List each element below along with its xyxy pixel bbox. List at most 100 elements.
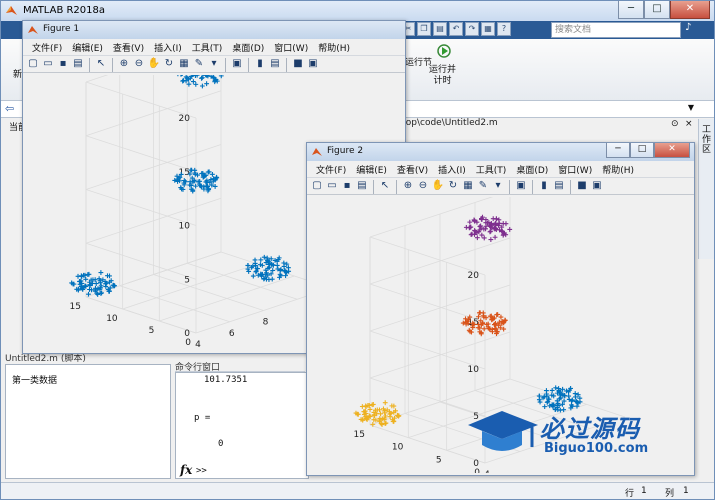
ribbon-new-button[interactable]: 新 (13, 67, 22, 80)
menu-item[interactable]: 工具(T) (471, 161, 512, 177)
pan-icon[interactable]: ✋ (431, 179, 445, 193)
zoom-in-icon[interactable]: ⊕ (117, 57, 131, 71)
scatter-point (199, 83, 205, 89)
menu-item[interactable]: 帮助(H) (597, 161, 639, 177)
scatter-point (281, 264, 287, 269)
hide-tools-icon[interactable]: ■ (575, 179, 589, 193)
toolbar-separator (89, 58, 90, 72)
menu-item[interactable]: 窗口(W) (553, 161, 597, 177)
new-figure-icon[interactable]: ▢ (26, 57, 40, 71)
legend-icon[interactable]: ▤ (552, 179, 566, 193)
menu-item[interactable]: 桌面(D) (511, 161, 553, 177)
open-file-icon[interactable]: ▭ (41, 57, 55, 71)
command-prompt[interactable]: >> (196, 466, 207, 476)
toolbar-separator (373, 180, 374, 194)
hide-tools-icon[interactable]: ■ (291, 57, 305, 71)
paste-icon[interactable]: ▤ (433, 22, 447, 36)
rotate-3d-icon[interactable]: ↻ (446, 179, 460, 193)
quick-access-toolbar: ✂ ❐ ▤ ↶ ↷ ▦ ? (401, 22, 511, 38)
search-documentation-input[interactable]: 搜索文档 (551, 22, 681, 38)
brush-icon[interactable]: ✎ (192, 57, 206, 71)
zoom-out-icon[interactable]: ⊖ (132, 57, 146, 71)
rotate-3d-icon[interactable]: ↻ (162, 57, 176, 71)
details-text: 第一类数据 (12, 376, 58, 386)
new-figure-icon[interactable]: ▢ (310, 179, 324, 193)
zoom-in-icon[interactable]: ⊕ (401, 179, 415, 193)
menu-item[interactable]: 查看(V) (392, 161, 433, 177)
legend-icon[interactable]: ▤ (268, 57, 282, 71)
switch-windows-icon[interactable]: ▦ (481, 22, 495, 36)
scatter-point (252, 257, 258, 263)
colorbar-icon[interactable]: ▮ (537, 179, 551, 193)
show-tools-icon[interactable]: ▣ (590, 179, 604, 193)
brush-icon[interactable]: ✎ (476, 179, 490, 193)
edit-plot-icon[interactable]: ↖ (94, 57, 108, 71)
menu-item[interactable]: 工具(T) (187, 39, 228, 55)
scatter-point (359, 404, 365, 409)
back-arrow-icon[interactable]: ⇦ (5, 102, 14, 115)
link-plot-icon[interactable]: ▣ (514, 179, 528, 193)
toolbar-separator (286, 58, 287, 72)
link-plot-icon[interactable]: ▣ (230, 57, 244, 71)
editor-panel-menu-icon[interactable]: ⊙ (671, 119, 679, 129)
toolbar-separator (248, 58, 249, 72)
save-icon[interactable]: ▪ (56, 57, 70, 71)
command-window[interactable]: 101.7351 p = 0 fx >> (175, 372, 309, 479)
scatter-point (190, 79, 196, 84)
redo-icon[interactable]: ↷ (465, 22, 479, 36)
menu-item[interactable]: 窗口(W) (269, 39, 313, 55)
ribbon-run-section-button[interactable]: 运行节 (405, 55, 432, 68)
undo-icon[interactable]: ↶ (449, 22, 463, 36)
scatter-point (553, 385, 559, 391)
scatter-point (218, 75, 224, 79)
status-bar: 行 1 列 1 (1, 482, 714, 499)
scatter-point (177, 75, 179, 77)
menu-item[interactable]: 文件(F) (311, 161, 351, 177)
show-tools-icon[interactable]: ▣ (306, 57, 320, 71)
notification-icon[interactable]: ♪ (685, 22, 699, 36)
z-tick-label: 10 (468, 365, 480, 375)
menu-item[interactable]: 编辑(E) (67, 39, 108, 55)
maximize-button[interactable]: □ (644, 1, 670, 19)
menu-item[interactable]: 文件(F) (27, 39, 67, 55)
figure-1-title-bar: Figure 1 (23, 21, 405, 39)
function-browser-icon[interactable]: fx (180, 463, 192, 477)
print-icon[interactable]: ▤ (71, 57, 85, 71)
menu-item[interactable]: 帮助(H) (313, 39, 355, 55)
toolbar-separator (396, 180, 397, 194)
menu-item[interactable]: 查看(V) (108, 39, 149, 55)
figure-maximize-button[interactable]: □ (630, 143, 654, 158)
open-file-icon[interactable]: ▭ (325, 179, 339, 193)
scatter-point (498, 314, 504, 320)
address-dropdown-icon[interactable]: ▼ (688, 103, 694, 112)
brush-dropdown-icon[interactable]: ▾ (491, 179, 505, 193)
menu-item[interactable]: 编辑(E) (351, 161, 392, 177)
y-tick-label: 5 (149, 326, 155, 336)
graduation-cap-logo-icon (468, 411, 538, 451)
print-icon[interactable]: ▤ (355, 179, 369, 193)
colorbar-icon[interactable]: ▮ (253, 57, 267, 71)
menu-item[interactable]: 插入(I) (433, 161, 471, 177)
scatter-point (467, 219, 473, 225)
ribbon-run-and-time-button[interactable]: 运行并 计时 (429, 65, 456, 87)
figure-minimize-button[interactable]: ─ (606, 143, 630, 158)
scatter-cluster (177, 75, 224, 89)
zoom-out-icon[interactable]: ⊖ (416, 179, 430, 193)
workspace-side-panel[interactable]: 工作区 (698, 119, 714, 259)
editor-panel-close-icon[interactable]: × (685, 119, 693, 129)
menu-item[interactable]: 桌面(D) (227, 39, 269, 55)
data-cursor-icon[interactable]: ▦ (177, 57, 191, 71)
edit-plot-icon[interactable]: ↖ (378, 179, 392, 193)
pan-icon[interactable]: ✋ (147, 57, 161, 71)
minimize-button[interactable]: ─ (618, 1, 644, 19)
help-icon[interactable]: ? (497, 22, 511, 36)
close-button[interactable]: ✕ (670, 1, 710, 19)
brush-dropdown-icon[interactable]: ▾ (207, 57, 221, 71)
scatter-point (382, 421, 388, 426)
figure-close-button[interactable]: ✕ (654, 143, 690, 158)
copy-icon[interactable]: ❐ (417, 22, 431, 36)
menu-item[interactable]: 插入(I) (149, 39, 187, 55)
y-tick-label: 0 (185, 338, 191, 348)
save-icon[interactable]: ▪ (340, 179, 354, 193)
data-cursor-icon[interactable]: ▦ (461, 179, 475, 193)
